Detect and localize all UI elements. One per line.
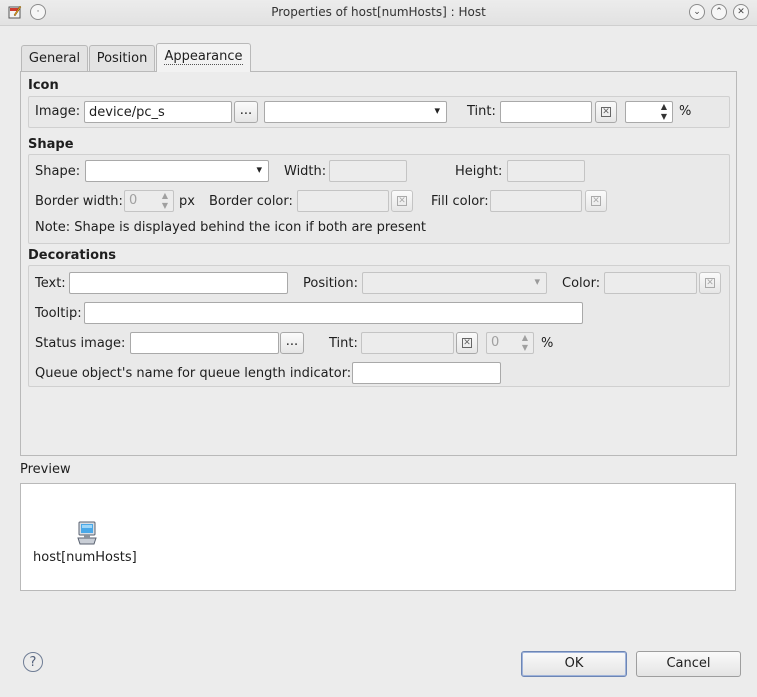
tooltip-label: Tooltip: <box>35 306 82 321</box>
decorations-section-title: Decorations <box>28 248 117 263</box>
border-color-clear-button[interactable]: ✕ <box>391 190 413 212</box>
fill-color-input[interactable] <box>490 190 582 212</box>
image-input[interactable]: device/pc_s <box>84 101 232 123</box>
tab-general[interactable]: General <box>21 45 88 72</box>
spinner-arrows-icon: ▲ ▼ <box>161 191 168 210</box>
close-button[interactable]: ✕ <box>733 4 749 20</box>
status-tint-label: Tint: <box>329 336 358 351</box>
border-width-spinner[interactable]: 0 ▲ ▼ <box>124 190 174 212</box>
border-color-input[interactable] <box>297 190 389 212</box>
shape-group: Shape: ▾ Width: Height: Border width: 0 … <box>28 154 730 244</box>
status-tint-color-input[interactable] <box>361 332 454 354</box>
preview-area: host[numHosts] <box>20 483 736 591</box>
shape-section-title: Shape <box>28 137 74 152</box>
clear-icon: ✕ <box>462 338 472 348</box>
tint-label: Tint: <box>467 104 496 119</box>
image-select[interactable]: ▾ <box>264 101 447 123</box>
position-label: Position: <box>303 276 358 291</box>
image-label: Image: <box>35 104 81 119</box>
computer-icon <box>75 520 99 548</box>
position-select[interactable]: ▾ <box>362 272 547 294</box>
tab-position[interactable]: Position <box>89 45 155 72</box>
status-tint-clear-button[interactable]: ✕ <box>456 332 478 354</box>
text-label: Text: <box>35 276 66 291</box>
tooltip-input[interactable] <box>84 302 583 324</box>
border-color-label: Border color: <box>209 194 293 209</box>
fill-color-label: Fill color: <box>431 194 489 209</box>
cancel-button[interactable]: Cancel <box>636 651 741 677</box>
status-image-label: Status image: <box>35 336 126 351</box>
border-width-value: 0 <box>129 193 138 208</box>
chevron-down-icon: ▾ <box>434 104 440 117</box>
tint-percent-unit: % <box>679 104 692 119</box>
tint-clear-button[interactable]: ✕ <box>595 101 617 123</box>
width-input[interactable] <box>329 160 407 182</box>
text-input[interactable] <box>69 272 288 294</box>
tint-color-input[interactable] <box>500 101 592 123</box>
queue-label: Queue object's name for queue length ind… <box>35 366 352 381</box>
title-bar: · Properties of host[numHosts] : Host ⌄ … <box>0 0 757 26</box>
icon-group: Image: device/pc_s ... ▾ Tint: ✕ ▲ ▼ % <box>28 96 730 128</box>
spinner-arrows-icon: ▲ ▼ <box>521 333 528 352</box>
tab-appearance-label: Appearance <box>164 49 243 65</box>
shape-label: Shape: <box>35 164 81 179</box>
queue-input[interactable] <box>352 362 501 384</box>
color-input[interactable] <box>604 272 697 294</box>
status-image-input[interactable] <box>130 332 279 354</box>
chevron-down-icon: ▾ <box>256 163 262 176</box>
image-browse-button[interactable]: ... <box>234 101 258 123</box>
fill-color-clear-button[interactable]: ✕ <box>585 190 607 212</box>
clear-icon: ✕ <box>397 196 407 206</box>
ok-button[interactable]: OK <box>521 651 627 677</box>
clear-icon: ✕ <box>705 278 715 288</box>
help-button[interactable]: ? <box>23 652 43 672</box>
border-width-unit: px <box>179 194 195 209</box>
color-label: Color: <box>562 276 601 291</box>
color-clear-button[interactable]: ✕ <box>699 272 721 294</box>
preview-title: Preview <box>20 462 71 477</box>
status-tint-percent-spinner[interactable]: 0 ▲ ▼ <box>486 332 534 354</box>
decorations-group: Text: Position: ▾ Color: ✕ Tooltip: Stat… <box>28 265 730 387</box>
status-tint-value: 0 <box>491 335 500 350</box>
tab-general-label: General <box>28 51 81 66</box>
spinner-arrows-icon: ▲ ▼ <box>660 102 667 121</box>
height-input[interactable] <box>507 160 585 182</box>
maximize-button[interactable]: ⌃ <box>711 4 727 20</box>
tab-appearance[interactable]: Appearance <box>156 43 251 72</box>
status-tint-percent-unit: % <box>541 336 554 351</box>
border-width-label: Border width: <box>35 194 123 209</box>
icon-section-title: Icon <box>28 78 59 93</box>
status-image-browse-button[interactable]: ... <box>280 332 304 354</box>
clear-icon: ✕ <box>601 107 611 117</box>
shape-note: Note: Shape is displayed behind the icon… <box>35 220 427 235</box>
window-title: Properties of host[numHosts] : Host <box>271 5 486 19</box>
tint-percent-spinner[interactable]: ▲ ▼ <box>625 101 673 123</box>
chevron-down-icon: ▾ <box>534 275 540 288</box>
width-label: Width: <box>284 164 327 179</box>
minimize-button[interactable]: ⌄ <box>689 4 705 20</box>
help-icon: ? <box>29 655 37 670</box>
clear-icon: ✕ <box>591 196 601 206</box>
preview-node-label: host[numHosts] <box>33 550 137 565</box>
appearance-panel: Icon Image: device/pc_s ... ▾ Tint: ✕ ▲ ▼… <box>20 71 737 456</box>
tab-position-label: Position <box>96 51 148 66</box>
shape-select[interactable]: ▾ <box>85 160 269 182</box>
height-label: Height: <box>455 164 503 179</box>
